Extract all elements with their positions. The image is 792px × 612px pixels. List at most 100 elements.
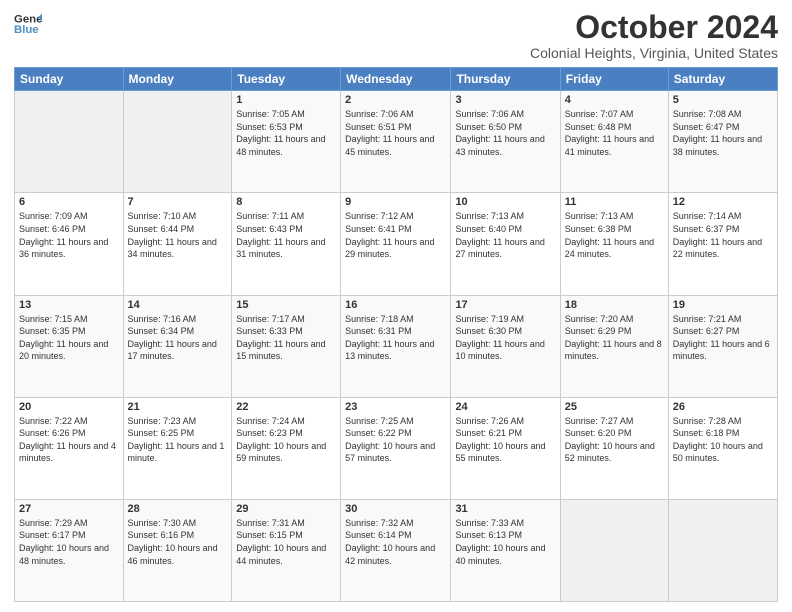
calendar-cell: 24 Sunrise: 7:26 AMSunset: 6:21 PMDayligh…	[451, 397, 560, 499]
logo: General Blue	[14, 10, 42, 38]
col-thursday: Thursday	[451, 68, 560, 91]
day-number: 31	[455, 503, 555, 515]
day-info: Sunrise: 7:31 AMSunset: 6:15 PMDaylight:…	[236, 517, 336, 567]
header: General Blue October 2024 Colonial Heigh…	[14, 10, 778, 61]
day-number: 25	[565, 401, 664, 413]
day-info: Sunrise: 7:13 AMSunset: 6:40 PMDaylight:…	[455, 210, 555, 260]
calendar-cell	[15, 91, 124, 193]
day-number: 13	[19, 299, 119, 311]
calendar-cell: 2 Sunrise: 7:06 AMSunset: 6:51 PMDaylight…	[341, 91, 451, 193]
day-number: 15	[236, 299, 336, 311]
calendar-cell: 26 Sunrise: 7:28 AMSunset: 6:18 PMDayligh…	[668, 397, 777, 499]
calendar-cell	[560, 499, 668, 601]
day-info: Sunrise: 7:28 AMSunset: 6:18 PMDaylight:…	[673, 415, 773, 465]
calendar-cell: 23 Sunrise: 7:25 AMSunset: 6:22 PMDayligh…	[341, 397, 451, 499]
calendar-cell: 21Sunrise: 7:23 AMSunset: 6:25 PMDayligh…	[123, 397, 232, 499]
calendar-cell: 20 Sunrise: 7:22 AMSunset: 6:26 PMDayligh…	[15, 397, 124, 499]
calendar-cell: 29 Sunrise: 7:31 AMSunset: 6:15 PMDayligh…	[232, 499, 341, 601]
calendar-cell: 9Sunrise: 7:12 AMSunset: 6:41 PMDaylight…	[341, 193, 451, 295]
calendar-cell: 17 Sunrise: 7:19 AMSunset: 6:30 PMDayligh…	[451, 295, 560, 397]
calendar-cell: 28 Sunrise: 7:30 AMSunset: 6:16 PMDayligh…	[123, 499, 232, 601]
day-info: Sunrise: 7:16 AMSunset: 6:34 PMDaylight:…	[128, 313, 228, 363]
day-number: 6	[19, 196, 119, 208]
col-sunday: Sunday	[15, 68, 124, 91]
calendar-cell: 16Sunrise: 7:18 AMSunset: 6:31 PMDayligh…	[341, 295, 451, 397]
title-block: October 2024 Colonial Heights, Virginia,…	[530, 10, 778, 61]
day-number: 17	[455, 299, 555, 311]
day-info: Sunrise: 7:11 AMSunset: 6:43 PMDaylight:…	[236, 210, 336, 260]
calendar-cell: 6 Sunrise: 7:09 AMSunset: 6:46 PMDaylight…	[15, 193, 124, 295]
day-info: Sunrise: 7:10 AMSunset: 6:44 PMDaylight:…	[128, 210, 228, 260]
day-info: Sunrise: 7:24 AMSunset: 6:23 PMDaylight:…	[236, 415, 336, 465]
day-number: 24	[455, 401, 555, 413]
day-info: Sunrise: 7:14 AMSunset: 6:37 PMDaylight:…	[673, 210, 773, 260]
calendar-cell: 8 Sunrise: 7:11 AMSunset: 6:43 PMDaylight…	[232, 193, 341, 295]
day-number: 29	[236, 503, 336, 515]
calendar-cell: 7 Sunrise: 7:10 AMSunset: 6:44 PMDaylight…	[123, 193, 232, 295]
day-info: Sunrise: 7:22 AMSunset: 6:26 PMDaylight:…	[19, 415, 119, 465]
svg-text:Blue: Blue	[14, 24, 39, 36]
day-info: Sunrise: 7:06 AMSunset: 6:50 PMDaylight:…	[455, 108, 555, 158]
calendar-cell: 27 Sunrise: 7:29 AMSunset: 6:17 PMDayligh…	[15, 499, 124, 601]
day-number: 30	[345, 503, 446, 515]
day-number: 5	[673, 94, 773, 106]
day-info: Sunrise: 7:15 AMSunset: 6:35 PMDaylight:…	[19, 313, 119, 363]
day-number: 22	[236, 401, 336, 413]
calendar-cell: 30 Sunrise: 7:32 AMSunset: 6:14 PMDayligh…	[341, 499, 451, 601]
logo-icon: General Blue	[14, 10, 42, 38]
calendar-week-5: 27 Sunrise: 7:29 AMSunset: 6:17 PMDayligh…	[15, 499, 778, 601]
calendar-cell: 1Sunrise: 7:05 AMSunset: 6:53 PMDaylight…	[232, 91, 341, 193]
page: General Blue October 2024 Colonial Heigh…	[0, 0, 792, 612]
day-number: 18	[565, 299, 664, 311]
day-number: 23	[345, 401, 446, 413]
day-number: 3	[455, 94, 555, 106]
day-number: 27	[19, 503, 119, 515]
calendar-cell: 10 Sunrise: 7:13 AMSunset: 6:40 PMDayligh…	[451, 193, 560, 295]
day-info: Sunrise: 7:26 AMSunset: 6:21 PMDaylight:…	[455, 415, 555, 465]
calendar-week-4: 20 Sunrise: 7:22 AMSunset: 6:26 PMDayligh…	[15, 397, 778, 499]
day-number: 7	[128, 196, 228, 208]
day-info: Sunrise: 7:06 AMSunset: 6:51 PMDaylight:…	[345, 108, 446, 158]
calendar-cell: 31 Sunrise: 7:33 AMSunset: 6:13 PMDayligh…	[451, 499, 560, 601]
calendar-cell: 19Sunrise: 7:21 AMSunset: 6:27 PMDayligh…	[668, 295, 777, 397]
day-info: Sunrise: 7:09 AMSunset: 6:46 PMDaylight:…	[19, 210, 119, 260]
day-info: Sunrise: 7:25 AMSunset: 6:22 PMDaylight:…	[345, 415, 446, 465]
calendar-cell: 12 Sunrise: 7:14 AMSunset: 6:37 PMDayligh…	[668, 193, 777, 295]
day-number: 2	[345, 94, 446, 106]
day-info: Sunrise: 7:32 AMSunset: 6:14 PMDaylight:…	[345, 517, 446, 567]
calendar-cell: 5 Sunrise: 7:08 AMSunset: 6:47 PMDaylight…	[668, 91, 777, 193]
calendar-cell: 11 Sunrise: 7:13 AMSunset: 6:38 PMDayligh…	[560, 193, 668, 295]
day-number: 19	[673, 299, 773, 311]
day-info: Sunrise: 7:29 AMSunset: 6:17 PMDaylight:…	[19, 517, 119, 567]
calendar-cell	[668, 499, 777, 601]
col-tuesday: Tuesday	[232, 68, 341, 91]
day-number: 1	[236, 94, 336, 106]
calendar-cell: 13 Sunrise: 7:15 AMSunset: 6:35 PMDayligh…	[15, 295, 124, 397]
day-info: Sunrise: 7:13 AMSunset: 6:38 PMDaylight:…	[565, 210, 664, 260]
day-number: 8	[236, 196, 336, 208]
col-wednesday: Wednesday	[341, 68, 451, 91]
day-number: 12	[673, 196, 773, 208]
day-number: 10	[455, 196, 555, 208]
calendar-cell: 25 Sunrise: 7:27 AMSunset: 6:20 PMDayligh…	[560, 397, 668, 499]
day-number: 21	[128, 401, 228, 413]
day-info: Sunrise: 7:27 AMSunset: 6:20 PMDaylight:…	[565, 415, 664, 465]
day-info: Sunrise: 7:33 AMSunset: 6:13 PMDaylight:…	[455, 517, 555, 567]
col-monday: Monday	[123, 68, 232, 91]
day-number: 11	[565, 196, 664, 208]
day-info: Sunrise: 7:30 AMSunset: 6:16 PMDaylight:…	[128, 517, 228, 567]
day-number: 14	[128, 299, 228, 311]
subtitle: Colonial Heights, Virginia, United State…	[530, 45, 778, 61]
day-number: 28	[128, 503, 228, 515]
day-info: Sunrise: 7:12 AMSunset: 6:41 PMDaylight:…	[345, 210, 446, 260]
day-info: Sunrise: 7:19 AMSunset: 6:30 PMDaylight:…	[455, 313, 555, 363]
day-number: 26	[673, 401, 773, 413]
day-number: 20	[19, 401, 119, 413]
calendar-week-2: 6 Sunrise: 7:09 AMSunset: 6:46 PMDaylight…	[15, 193, 778, 295]
calendar-header-row: Sunday Monday Tuesday Wednesday Thursday…	[15, 68, 778, 91]
calendar-cell: 22 Sunrise: 7:24 AMSunset: 6:23 PMDayligh…	[232, 397, 341, 499]
calendar-cell: 14 Sunrise: 7:16 AMSunset: 6:34 PMDayligh…	[123, 295, 232, 397]
day-info: Sunrise: 7:08 AMSunset: 6:47 PMDaylight:…	[673, 108, 773, 158]
calendar-cell	[123, 91, 232, 193]
calendar-table: Sunday Monday Tuesday Wednesday Thursday…	[14, 67, 778, 602]
